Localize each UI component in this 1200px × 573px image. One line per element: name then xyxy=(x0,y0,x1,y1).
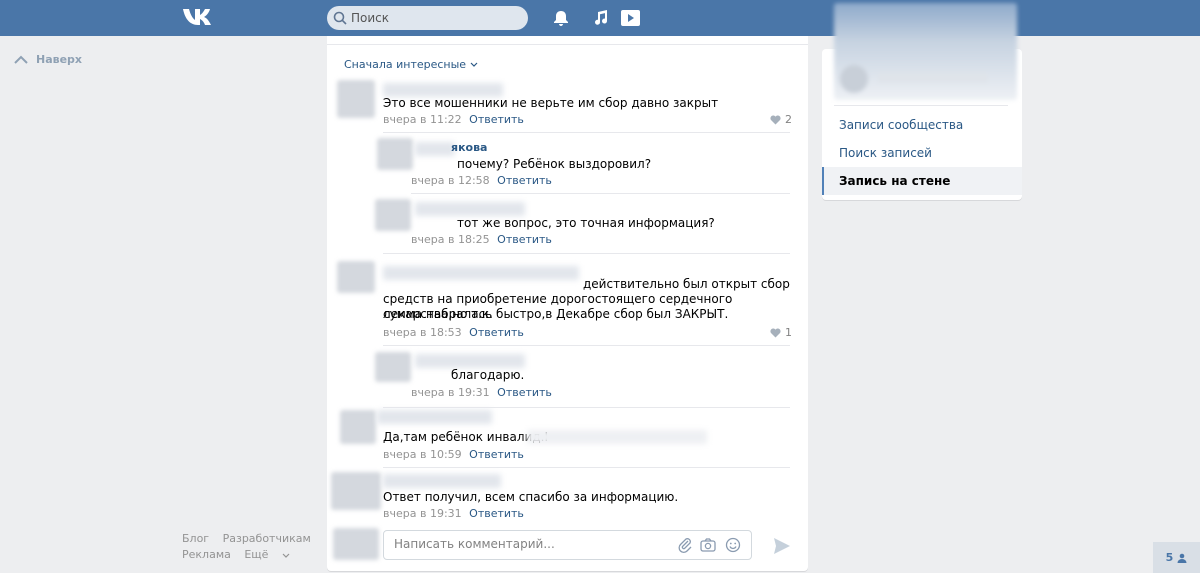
vk-logo-icon[interactable] xyxy=(182,8,212,26)
nav-wall-post[interactable]: Запись на стене xyxy=(822,167,1022,195)
chevron-down-icon xyxy=(470,62,478,67)
footer-link-ads[interactable]: Реклама xyxy=(182,548,231,561)
reply-link[interactable]: Ответить xyxy=(497,233,552,246)
chevron-down-icon xyxy=(282,553,290,558)
divider xyxy=(383,467,790,468)
comment-meta: вчера в 11:22 Ответить xyxy=(383,113,524,126)
divider xyxy=(383,132,790,133)
like-button[interactable]: 2 xyxy=(770,113,792,126)
author-name-blurred xyxy=(383,83,503,97)
search-input[interactable] xyxy=(351,9,521,27)
avatar[interactable] xyxy=(337,80,375,118)
comment-time[interactable]: вчера в 18:53 xyxy=(383,326,462,339)
community-cover-blurred[interactable] xyxy=(834,3,1017,100)
like-count: 2 xyxy=(785,113,792,126)
divider xyxy=(327,44,808,45)
community-name-blurred xyxy=(878,73,988,83)
avatar[interactable] xyxy=(375,352,411,382)
comment-time[interactable]: вчера в 18:25 xyxy=(411,233,490,246)
comment-text: Да,там ребёнок инвалид.I xyxy=(383,430,548,444)
avatar[interactable] xyxy=(377,138,413,170)
scroll-to-top-link[interactable]: Наверх xyxy=(14,51,82,67)
avatar[interactable] xyxy=(337,261,375,293)
scroll-to-top-label: Наверх xyxy=(36,52,83,66)
author-name-blurred xyxy=(415,142,455,156)
footer-link-developers[interactable]: Разработчикам xyxy=(223,532,311,545)
comment-time[interactable]: вчера в 10:59 xyxy=(383,448,462,461)
nav-search-posts[interactable]: Поиск записей xyxy=(822,139,1022,167)
footer-links: Блог Разработчикам Реклама Ещё xyxy=(182,531,322,563)
author-name-blurred xyxy=(415,354,525,368)
reply-link[interactable]: Ответить xyxy=(469,448,524,461)
current-user-avatar xyxy=(333,528,379,560)
paperclip-icon[interactable] xyxy=(677,537,693,553)
comment-text: действительно был открыт сбор xyxy=(583,277,790,291)
comment-text: Это все мошенники не верьте им сбор давн… xyxy=(383,96,719,110)
emoji-icon[interactable] xyxy=(725,537,741,553)
online-count: 5 xyxy=(1165,551,1174,564)
comment-meta: вчера в 18:53 Ответить xyxy=(383,326,524,339)
footer-link-more[interactable]: Ещё xyxy=(244,548,290,561)
top-header xyxy=(0,0,1200,36)
camera-icon[interactable] xyxy=(700,537,716,553)
comment-meta: вчера в 18:25 Ответить xyxy=(411,233,552,246)
comment-time[interactable]: вчера в 19:31 xyxy=(383,507,462,520)
divider xyxy=(834,105,1008,106)
author-name-fragment[interactable]: якова xyxy=(451,140,487,155)
divider xyxy=(383,407,790,408)
author-name-blurred xyxy=(377,410,492,424)
nav-community-posts[interactable]: Записи сообщества xyxy=(822,111,1022,139)
comment-form[interactable] xyxy=(383,530,752,560)
online-friends-badge[interactable]: 5 xyxy=(1153,542,1200,573)
comment-text: почему? Ребёнок выздоровил? xyxy=(457,157,652,171)
like-count: 1 xyxy=(785,326,792,339)
comment-text: Ответ получил, всем спасибо за информаци… xyxy=(383,490,679,504)
comment-text: сумма набралась быстро,в Декабре сбор бы… xyxy=(383,307,729,321)
like-button[interactable]: 1 xyxy=(770,326,792,339)
avatar[interactable] xyxy=(331,472,381,510)
comment-meta: вчера в 19:31 Ответить xyxy=(383,507,524,520)
video-icon[interactable] xyxy=(620,9,641,27)
comment-time[interactable]: вчера в 11:22 xyxy=(383,113,462,126)
comment-meta: вчера в 10:59 Ответить xyxy=(383,448,524,461)
reply-link[interactable]: Ответить xyxy=(469,326,524,339)
author-name-blurred xyxy=(383,474,501,488)
comment-input[interactable] xyxy=(394,537,654,555)
music-icon[interactable] xyxy=(592,9,610,27)
person-icon xyxy=(1177,553,1187,563)
comments-card: Сначала интересные Это все мошенники не … xyxy=(327,36,808,571)
heart-icon xyxy=(770,327,781,337)
reply-link[interactable]: Ответить xyxy=(497,174,552,187)
send-icon[interactable] xyxy=(772,536,792,556)
search-icon xyxy=(333,11,347,25)
footer-link-more-label: Ещё xyxy=(244,548,269,561)
reply-link[interactable]: Ответить xyxy=(469,113,524,126)
community-avatar xyxy=(840,65,868,93)
footer-link-blog[interactable]: Блог xyxy=(182,532,209,545)
comment-time[interactable]: вчера в 12:58 xyxy=(411,174,490,187)
avatar[interactable] xyxy=(375,199,411,231)
comment-text-blurred xyxy=(527,430,707,444)
search-box[interactable] xyxy=(327,6,528,30)
comment-meta: вчера в 12:58 Ответить xyxy=(411,174,552,187)
comment-text: благодарю. xyxy=(451,368,525,382)
sort-label: Сначала интересные xyxy=(344,58,467,71)
avatar[interactable] xyxy=(340,410,376,444)
bell-icon[interactable] xyxy=(552,9,570,27)
divider xyxy=(383,345,790,346)
author-name-blurred xyxy=(415,202,525,216)
divider xyxy=(383,253,790,254)
sort-dropdown[interactable]: Сначала интересные xyxy=(344,58,478,71)
comment-time[interactable]: вчера в 19:31 xyxy=(411,386,490,399)
chevron-up-icon xyxy=(14,55,28,64)
heart-icon xyxy=(770,114,781,124)
divider xyxy=(411,193,790,194)
comment-text: тот же вопрос, это точная информация? xyxy=(457,216,715,230)
comment-meta: вчера в 19:31 Ответить xyxy=(411,386,552,399)
reply-link[interactable]: Ответить xyxy=(469,507,524,520)
author-name-blurred xyxy=(383,266,579,280)
reply-link[interactable]: Ответить xyxy=(497,386,552,399)
